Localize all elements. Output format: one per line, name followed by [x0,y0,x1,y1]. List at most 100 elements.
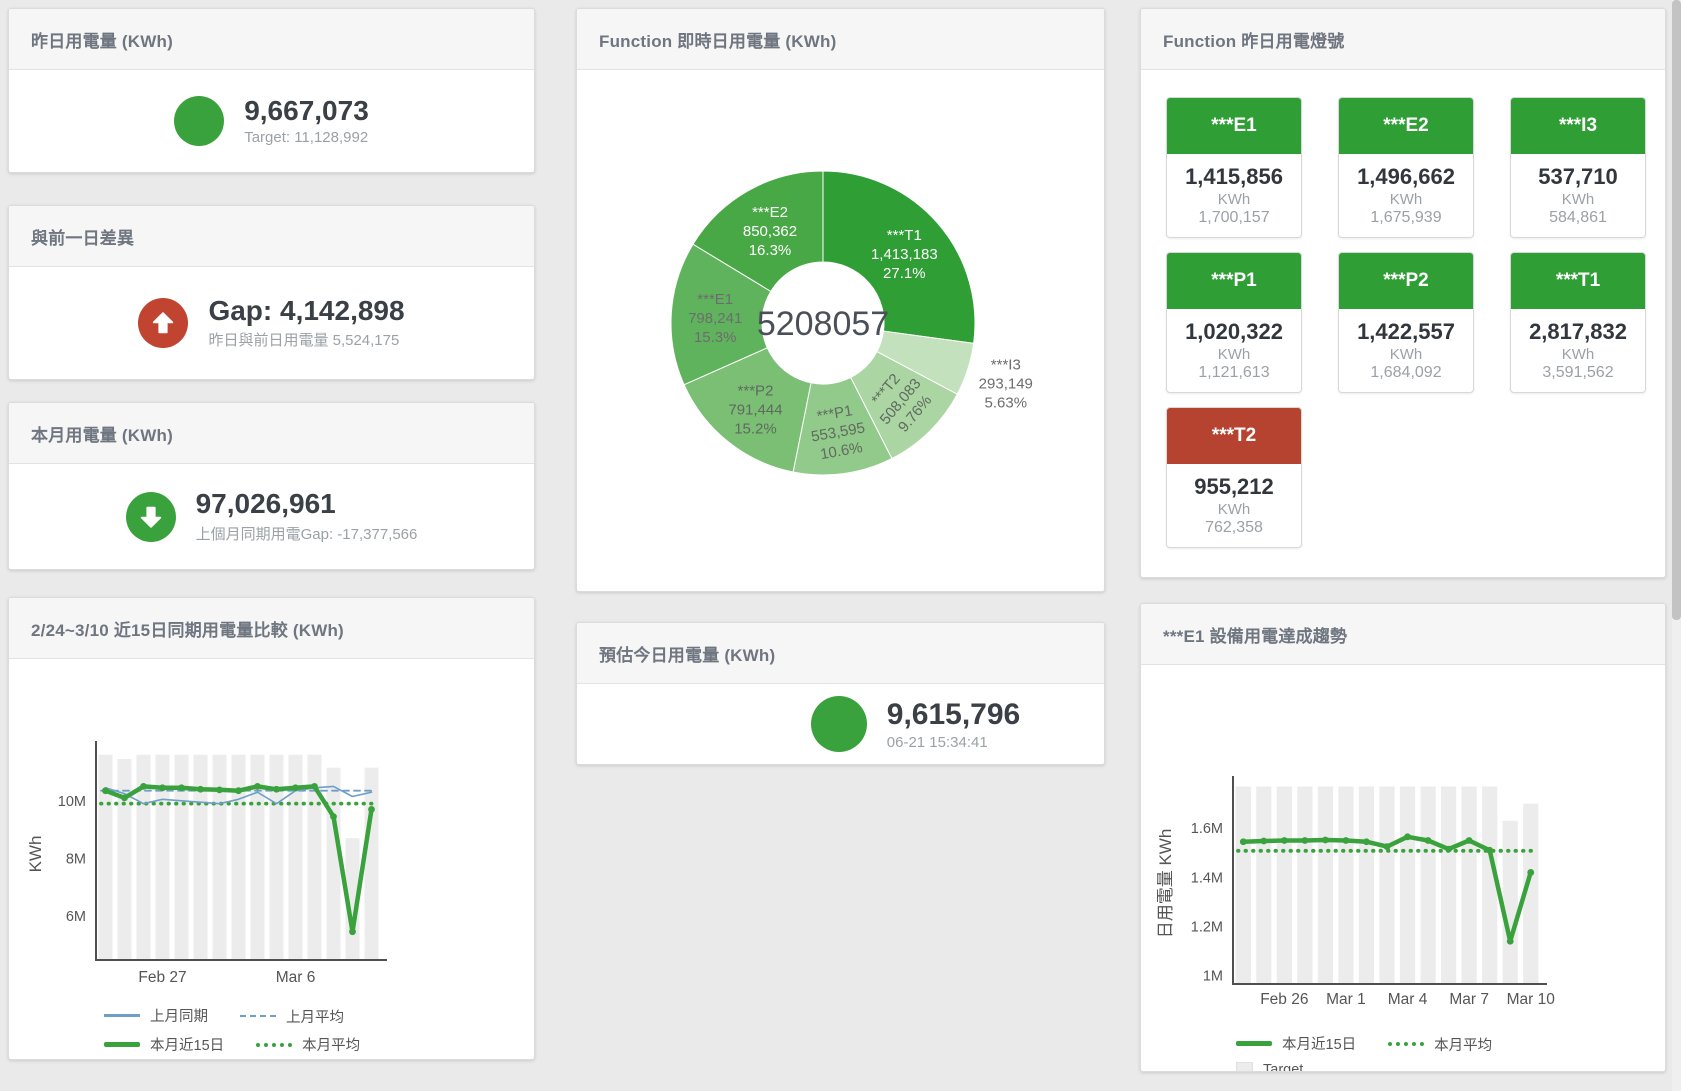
lamp-tile-4[interactable]: ***P11,020,322KWh1,121,613 [1166,252,1302,393]
lamp-tile-body: 1,496,662KWh1,675,939 [1339,154,1473,237]
lamp-tile-5[interactable]: ***P21,422,557KWh1,684,092 [1338,252,1474,393]
lamp-tile-value: 1,020,322 [1185,319,1283,345]
target-bar [1379,786,1394,983]
data-point-marker [254,783,261,790]
lamp-tile-value: 1,422,557 [1357,319,1455,345]
lamp-tile-unit: KWh [1390,346,1423,363]
card-header: 本月用電量 (KWh) [9,403,534,464]
lamp-tile-6[interactable]: ***T12,817,832KWh3,591,562 [1510,252,1646,393]
lamp-tile-unit: KWh [1218,191,1251,208]
data-point-marker [178,784,185,791]
legend-item[interactable]: 本月平均 [1388,1034,1492,1055]
vertical-scrollbar-thumb[interactable] [1672,0,1681,620]
card-title: Function 昨日用電燈號 [1163,27,1344,52]
data-point-marker [1466,837,1473,844]
card-title: 2/24~3/10 近15日同期用電量比較 (KWh) [31,616,344,641]
card-body: 1M1.2M1.4M1.6MFeb 26Mar 1Mar 4Mar 7Mar 1… [1141,720,1665,1072]
target-bar [1503,821,1518,983]
stat-text: 9,667,073 Target: 11,128,992 [244,96,369,147]
target-bar [117,759,131,959]
lamp-tile-target: 584,861 [1549,209,1607,227]
lamp-tile-target: 1,675,939 [1370,209,1441,227]
data-point-marker [349,928,356,935]
x-tick-label: Mar 7 [1449,991,1489,1008]
realtime-usage-donut-chart[interactable]: ***T11,413,18327.1%***I3293,1495.63%***T… [577,70,1104,592]
card-header: 預估今日用電量 (KWh) [577,623,1104,684]
up-arrow-icon [138,298,188,348]
card-header: 昨日用電量 (KWh) [9,9,534,70]
x-tick-label: Mar 1 [1326,991,1366,1008]
forecast-value: 9,615,796 [887,698,1020,731]
card-title: 與前一日差異 [31,224,134,249]
forecast-timestamp: 06-21 15:34:41 [887,734,1020,751]
yesterday-usage-target: Target: 11,128,992 [244,129,369,146]
e1-trend-chart[interactable]: 1M1.2M1.4M1.6MFeb 26Mar 1Mar 4Mar 7Mar 1… [1141,720,1665,1025]
legend-row: 本月近15日 本月平均 [104,1034,534,1056]
x-tick-label: Mar 4 [1388,991,1428,1008]
trend_e1-svg: 1M1.2M1.4M1.6MFeb 26Mar 1Mar 4Mar 7Mar 1… [1141,720,1666,1020]
legend-row: 本月近15日 本月平均 [1236,1033,1665,1055]
card-15day-compare-chart: 2/24~3/10 近15日同期用電量比較 (KWh) 6M8M10MFeb 2… [8,597,535,1060]
vertical-scrollbar-track[interactable] [1672,0,1681,1091]
card-body: 6M8M10MFeb 27Mar 6KWh 上月同期 上月平均本月近15日 本月平均… [9,729,534,1060]
lamp-grid: ***E11,415,856KWh1,700,157 ***E21,496,662… [1141,70,1665,548]
data-point-marker [311,783,318,790]
card-title: 預估今日用電量 (KWh) [599,641,775,666]
lamp-tile-7[interactable]: ***T2955,212KWh762,358 [1166,407,1302,548]
data-point-marker [1404,833,1411,840]
lamp-tile-header: ***T2 [1167,408,1301,464]
legend-swatch-icon [256,1043,292,1047]
card-realtime-donut: Function 即時日用電量 (KWh) ***T11,413,18327.1… [576,8,1105,592]
legend-item[interactable]: 上月平均 [240,1006,344,1027]
legend-item[interactable]: 上月同期 [104,1005,208,1026]
data-point-marker [1384,843,1391,850]
legend-item[interactable]: Target [1236,1062,1303,1073]
card-body: Gap: 4,142,898 昨日與前日用電量 5,524,175 [9,267,534,379]
legend-swatch-icon [240,1015,276,1017]
card-header: 與前一日差異 [9,206,534,267]
lamp-tile-value: 955,212 [1194,474,1274,500]
forecast-stat: 9,615,796 06-21 15:34:41 [577,684,1104,764]
month-usage-gap: 上個月同期用電Gap: -17,377,566 [196,523,418,544]
compare-15day-chart[interactable]: 6M8M10MFeb 27Mar 6KWh [9,729,534,996]
card-title: 昨日用電量 (KWh) [31,27,173,52]
target-bar [1359,786,1374,983]
y-tick-label: 8M [66,851,86,867]
legend-item[interactable]: 本月近15日 [104,1034,224,1055]
lamp-tile-value: 1,496,662 [1357,164,1455,190]
lamp-tile-value: 1,415,856 [1185,164,1283,190]
y-tick-label: 1M [1203,969,1223,985]
legend-swatch-icon [1236,1041,1272,1046]
y-tick-label: 1.2M [1191,919,1223,935]
lamp-tile-body: 1,020,322KWh1,121,613 [1167,309,1301,392]
lamp-tile-header: ***P1 [1167,253,1301,309]
card-title: ***E1 設備用電達成趨勢 [1163,622,1347,647]
data-point-marker [1507,938,1514,945]
donut-slice-label: ***I3293,1495.63% [979,357,1033,412]
gap-stat: Gap: 4,142,898 昨日與前日用電量 5,524,175 [9,267,534,379]
yesterday-usage-value: 9,667,073 [244,96,369,127]
lamp-tile-header: ***P2 [1339,253,1473,309]
legend-swatch-icon [1236,1062,1253,1073]
legend-row: 上月同期 上月平均 [104,1004,534,1027]
lamp-tile-2[interactable]: ***E21,496,662KWh1,675,939 [1338,97,1474,238]
legend-swatch-icon [104,1042,140,1047]
lamp-tile-3[interactable]: ***I3537,710KWh584,861 [1510,97,1646,238]
card-header: ***E1 設備用電達成趨勢 [1141,604,1665,665]
data-point-marker [273,786,280,793]
card-body: ***E11,415,856KWh1,700,157 ***E21,496,662… [1141,70,1665,577]
card-body: 9,615,796 06-21 15:34:41 [577,684,1104,764]
down-arrow-icon [126,492,176,542]
legend-item[interactable]: 本月平均 [256,1034,360,1055]
target-bar [1256,786,1271,983]
data-point-marker [1343,837,1350,844]
target-bar [1482,786,1497,983]
card-body: 9,667,073 Target: 11,128,992 [9,70,534,172]
legend-item[interactable]: 本月近15日 [1236,1033,1356,1054]
month-usage-stat: 97,026,961 上個月同期用電Gap: -17,377,566 [9,464,534,569]
target-bar [326,768,340,959]
lamp-tile-1[interactable]: ***E11,415,856KWh1,700,157 [1166,97,1302,238]
target-bar [1462,786,1477,983]
data-point-marker [1240,838,1247,845]
y-axis-title: 日用電量 KWh [1156,829,1175,939]
